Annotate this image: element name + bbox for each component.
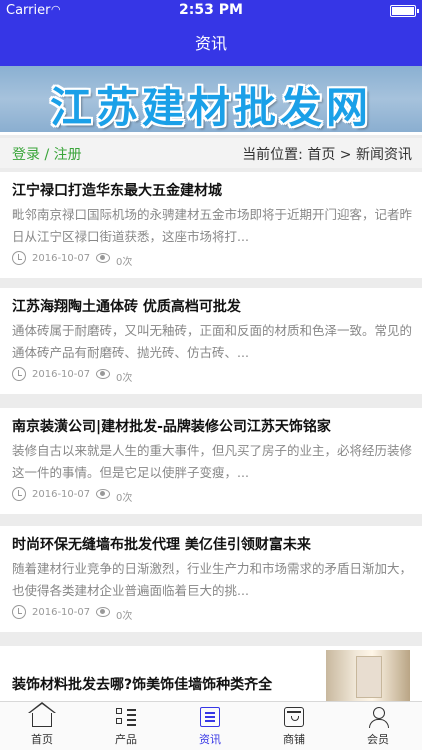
news-title: 江苏海翔陶土通体砖 优质高档可批发 [12,299,241,315]
tab-label: 产品 [115,733,137,746]
products-icon [116,707,136,727]
news-date: 2016-10-07 [32,253,91,264]
clock-time: 2:53 PM [179,2,243,18]
news-item[interactable]: 时尚环保无缝墙布批发代理 美亿佳引领财富未来 随着建材行业竞争的日渐激烈，行业生… [0,526,422,632]
news-date: 2016-10-07 [32,369,91,380]
tab-label: 会员 [367,733,389,746]
eye-icon [96,489,110,499]
news-summary: 装修自古以来就是人生的重大事件，但凡买了房子的业主，必将经历装修这一件的事情。但… [12,443,412,480]
shop-icon [284,707,304,727]
clock-icon [12,487,26,501]
news-title: 南京装潢公司|建材批发-品牌装修公司江苏天饰铭家 [12,419,331,435]
news-summary: 毗邻南京禄口国际机场的永骋建材五金市场即将于近期开门迎客，记者昨日从江宁区禄口街… [12,207,412,244]
member-icon [368,707,389,728]
tab-shop[interactable]: 商铺 [252,702,336,750]
navigation-bar: 资讯 [0,22,422,66]
tab-home[interactable]: 首页 [0,702,84,750]
eye-icon [96,253,110,263]
news-views: 0次 [116,493,133,504]
tab-member[interactable]: 会员 [336,702,420,750]
clock-icon [12,251,26,265]
login-register-link[interactable]: 登录 / 注册 [12,144,82,164]
news-title: 时尚环保无缝墙布批发代理 美亿佳引领财富未来 [12,537,311,553]
tab-label: 商铺 [283,733,305,746]
eye-icon [96,369,110,379]
news-date: 2016-10-07 [32,489,91,500]
location-bar: 登录 / 注册 当前位置: 首页 > 新闻资讯 [0,138,422,168]
news-thumbnail [326,650,410,702]
news-item[interactable]: 江苏海翔陶土通体砖 优质高档可批发 通体砖属于耐磨砖，又叫无釉砖，正面和反面的材… [0,288,422,394]
page-title: 资讯 [194,34,227,53]
battery-icon [390,5,419,17]
news-views: 0次 [116,611,133,622]
news-views: 0次 [116,257,133,268]
tab-products[interactable]: 产品 [84,702,168,750]
news-item[interactable]: 装饰材料批发去哪?饰美饰佳墙饰种类齐全 [0,646,422,706]
news-icon [200,707,220,727]
news-item[interactable]: 南京装潢公司|建材批发-品牌装修公司江苏天饰铭家 装修自古以来就是人生的重大事件… [0,408,422,514]
tab-label: 首页 [31,733,53,746]
clock-icon [12,367,26,381]
tab-label: 资讯 [199,733,221,746]
news-summary: 随着建材行业竞争的日渐激烈，行业生产力和市场需求的矛盾日渐加大，也使得各类建材企… [12,561,412,598]
news-item[interactable]: 江宁禄口打造华东最大五金建材城 毗邻南京禄口国际机场的永骋建材五金市场即将于近期… [0,172,422,278]
news-title: 装饰材料批发去哪?饰美饰佳墙饰种类齐全 [12,677,273,693]
home-icon [28,702,56,727]
news-summary: 通体砖属于耐磨砖，又叫无釉砖，正面和反面的材质和色泽一致。常见的通体砖产品有耐磨… [12,323,412,360]
news-date: 2016-10-07 [32,607,91,618]
eye-icon [96,607,110,617]
news-title: 江宁禄口打造华东最大五金建材城 [12,183,222,199]
tab-bar: 首页 产品 资讯 商铺 会员 [0,701,422,750]
clock-icon [12,605,26,619]
banner-logo-text: 江苏建材批发网 [49,83,372,132]
news-views: 0次 [116,373,133,384]
breadcrumb: 当前位置: 首页 > 新闻资讯 [242,147,412,163]
status-bar: Carrier ◠ 2:53 PM [0,0,422,22]
tab-news[interactable]: 资讯 [168,702,252,750]
site-banner[interactable]: 江苏建材批发网 [0,66,422,135]
